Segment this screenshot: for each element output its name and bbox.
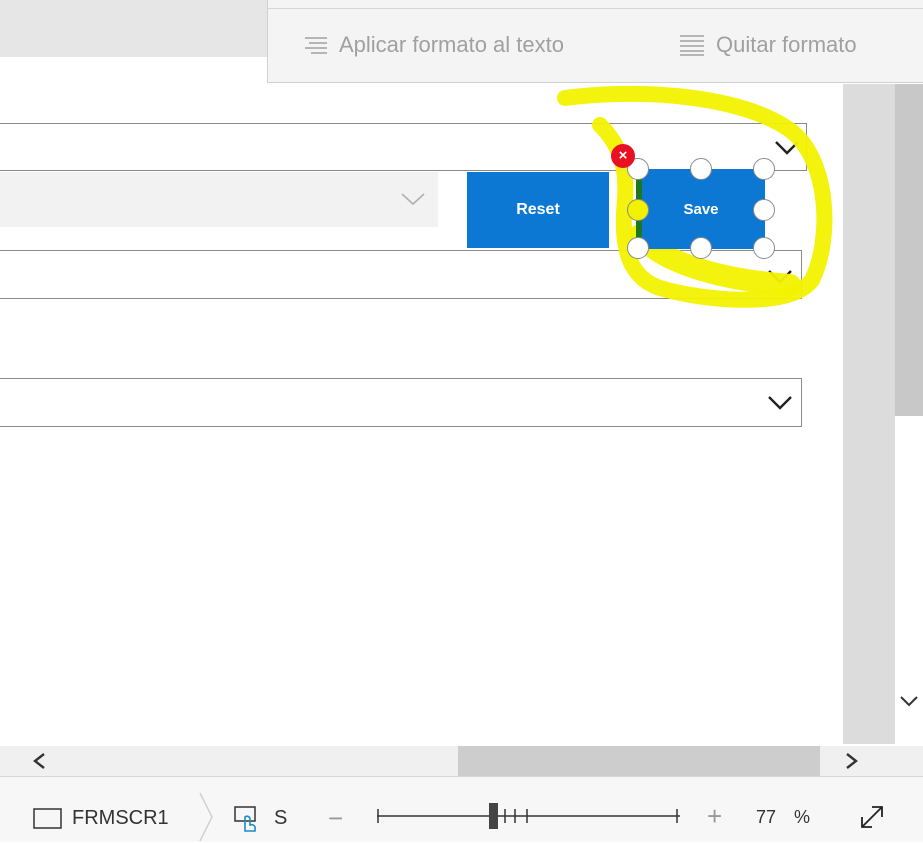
zoom-value: 77 bbox=[756, 807, 777, 827]
scroll-right-icon[interactable] bbox=[841, 751, 861, 771]
vertical-scroll-thumb[interactable] bbox=[895, 84, 923, 416]
resize-handle-bottom[interactable] bbox=[690, 237, 712, 259]
fullscreen-icon[interactable] bbox=[858, 803, 886, 831]
resize-handle-left[interactable] bbox=[627, 199, 649, 221]
scroll-left-icon[interactable] bbox=[30, 751, 50, 771]
button-control-icon bbox=[234, 806, 256, 832]
vertical-scroll-track[interactable] bbox=[843, 84, 895, 744]
close-icon[interactable]: × bbox=[611, 144, 635, 168]
resize-handle-right[interactable] bbox=[753, 199, 775, 221]
screen-name-label[interactable]: FRMSCR1 bbox=[72, 807, 169, 830]
zoom-in-button[interactable]: + bbox=[707, 801, 722, 832]
zoom-slider[interactable] bbox=[375, 799, 683, 833]
zoom-unit: % bbox=[794, 807, 811, 827]
resize-handle-top-right[interactable] bbox=[753, 158, 775, 180]
zoom-slider-thumb[interactable] bbox=[489, 803, 498, 829]
status-bar: FRMSCR1 S − + 77 % bbox=[0, 776, 923, 842]
horizontal-scroll-thumb[interactable] bbox=[458, 746, 820, 776]
highlight-annotation bbox=[557, 85, 833, 308]
zoom-out-button[interactable]: − bbox=[328, 803, 343, 834]
screen-icon bbox=[33, 808, 62, 829]
resize-handle-bottom-left[interactable] bbox=[627, 237, 649, 259]
selected-control-label[interactable]: S bbox=[274, 807, 287, 830]
resize-handle-top[interactable] bbox=[690, 158, 712, 180]
scroll-down-icon[interactable] bbox=[898, 694, 920, 710]
breadcrumb-separator bbox=[199, 792, 213, 842]
resize-handle-bottom-right[interactable] bbox=[753, 237, 775, 259]
